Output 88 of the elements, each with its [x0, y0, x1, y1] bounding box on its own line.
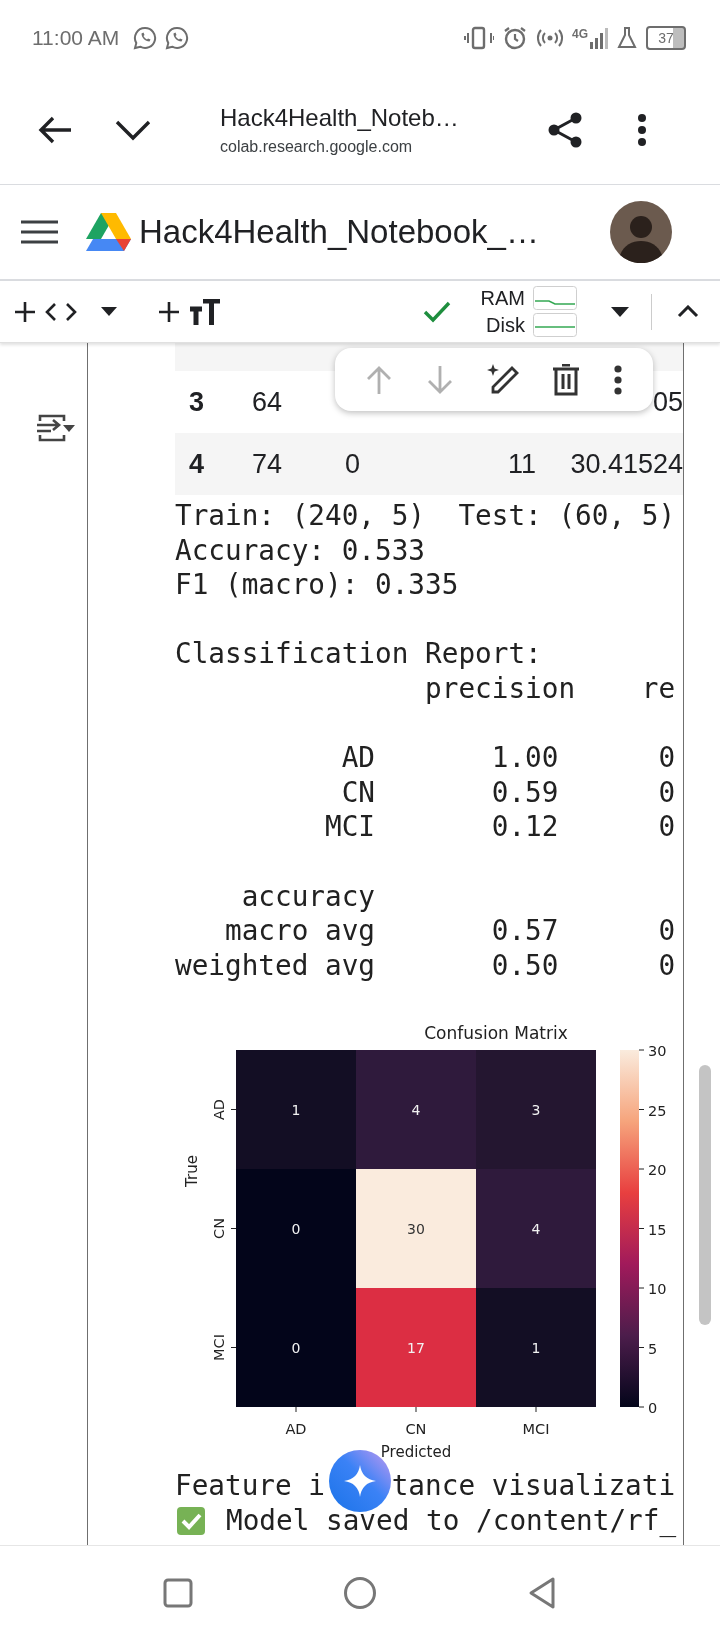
chat-icon — [165, 25, 190, 50]
connected-check-icon[interactable] — [422, 300, 451, 323]
matrix-cell: 1 — [476, 1288, 596, 1408]
matrix-cell: 0 — [236, 1169, 356, 1289]
flask-icon — [616, 25, 638, 50]
output-line: Train: (240, 5) Test: (60, 5) — [175, 499, 677, 534]
matrix-cell: 1 — [236, 1050, 356, 1170]
table-cell-text: 30.41524 — [569, 448, 683, 480]
y-tick-label: MCI — [211, 1334, 237, 1362]
table-cell-text: 05 — [651, 386, 683, 418]
y-axis-label: True — [183, 1155, 201, 1188]
output-line: precision re — [424, 671, 677, 707]
output-line: Accuracy: 0.533 — [175, 533, 427, 569]
disk-graph — [533, 313, 577, 337]
output-line: MCI 0.12 0 — [324, 810, 677, 845]
notebook-title[interactable]: Hack4Health_Notebook_… — [139, 213, 539, 251]
page-url: colab.research.google.com — [220, 137, 414, 156]
output-line: F1 (macro): 0.335 — [175, 568, 460, 603]
y-tick-label: CN — [211, 1218, 237, 1240]
x-tick-label: MCI — [522, 1406, 550, 1438]
colorbar-tick-label: 30 — [638, 1043, 667, 1060]
disk-label: Disk — [486, 313, 525, 337]
colorbar-tick-label: 20 — [638, 1162, 667, 1179]
add-code-button[interactable] — [15, 301, 77, 322]
caret-icon[interactable] — [101, 307, 117, 316]
chevron-down-icon[interactable] — [114, 118, 152, 141]
back-arrow-icon[interactable] — [37, 114, 73, 145]
more-icon[interactable] — [612, 364, 623, 395]
signal-icon — [590, 26, 608, 49]
add-text-button[interactable] — [159, 298, 221, 325]
matrix-cell: 17 — [356, 1288, 476, 1408]
vibrate-icon — [464, 25, 494, 50]
plus-icon — [159, 301, 179, 322]
colorbar-tick-label: 10 — [638, 1281, 667, 1298]
trash-icon[interactable] — [552, 363, 581, 396]
text-size-icon — [189, 298, 221, 325]
output-line: CN 0.59 0 — [340, 775, 677, 811]
table-cell-text: 64 — [252, 386, 284, 418]
code-icon — [45, 301, 77, 322]
colorbar-tick-label: 0 — [638, 1400, 658, 1417]
table-cell-text: 0 — [345, 448, 362, 480]
output-line: macro avg 0.57 0 — [224, 914, 677, 949]
caret-icon[interactable] — [611, 306, 629, 317]
output-line: Classification Report: — [175, 637, 543, 672]
matrix-cell: 3 — [476, 1050, 596, 1170]
row-index: 4 — [189, 448, 206, 480]
output-line: weighted avg 0.50 0 — [175, 948, 677, 984]
status-time: 11:00 AM — [32, 25, 120, 50]
output-toggle-icon[interactable] — [34, 413, 75, 443]
x-axis-label: Predicted — [380, 1443, 452, 1462]
sparkle-pencil-icon[interactable] — [485, 363, 520, 396]
output-line: tance visualizati — [391, 1469, 676, 1504]
alarm-icon — [502, 24, 528, 51]
table-cell-text: 11 — [506, 448, 536, 480]
matrix-cell: 30 — [356, 1169, 476, 1289]
chart-title: Confusion Matrix — [424, 1023, 568, 1044]
colorbar-tick-label: 15 — [638, 1221, 667, 1238]
share-icon[interactable] — [546, 110, 584, 149]
table-cell-text: 74 — [252, 448, 284, 480]
menu-icon[interactable] — [21, 220, 58, 244]
output-line: AD 1.00 0 — [340, 741, 677, 776]
colorbar-tick-label: 25 — [638, 1102, 667, 1119]
page-title: Hack4Health_Noteb… — [220, 103, 460, 132]
plus-icon — [15, 301, 35, 322]
back-icon[interactable] — [527, 1576, 557, 1610]
network-label: 4G — [572, 27, 588, 40]
output-line: accuracy — [240, 879, 377, 915]
chat-icon — [133, 25, 158, 50]
triangle-logo-icon — [86, 212, 131, 252]
matrix-cell: 4 — [476, 1169, 596, 1289]
colorbar-tick-label: 5 — [638, 1340, 658, 1357]
recent-apps-icon[interactable] — [163, 1578, 193, 1608]
ram-label: RAM — [480, 286, 525, 310]
row-index: 3 — [189, 386, 206, 418]
scrollbar[interactable] — [699, 1065, 711, 1325]
y-tick-label: AD — [211, 1099, 237, 1121]
chevron-up-icon[interactable] — [677, 305, 699, 318]
output-line: Feature i — [175, 1469, 326, 1504]
matrix-cell: 4 — [356, 1050, 476, 1170]
battery-level: 37 — [658, 29, 674, 46]
more-icon[interactable] — [637, 112, 647, 147]
matrix-cell: 0 — [236, 1288, 356, 1408]
x-tick-label: CN — [405, 1406, 427, 1438]
output-line: Model saved to /content/rf_ — [226, 1503, 677, 1539]
x-tick-label: AD — [285, 1406, 307, 1438]
home-icon[interactable] — [343, 1576, 377, 1610]
ram-graph — [533, 286, 577, 310]
avatar-icon[interactable] — [610, 201, 672, 263]
